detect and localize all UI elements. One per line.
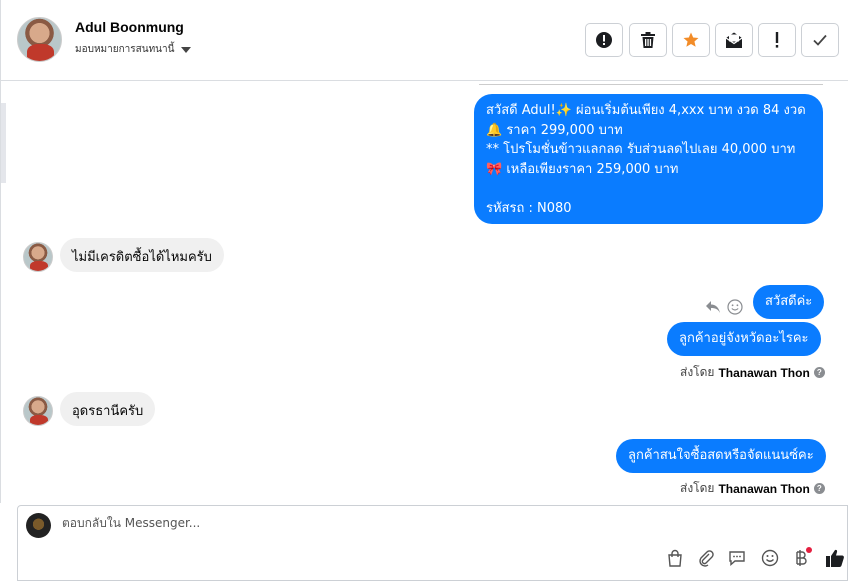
- incoming-message[interactable]: ไม่มีเครดิตซื้อได้ไหมครับ: [60, 238, 224, 272]
- alert-button[interactable]: [585, 23, 623, 57]
- contact-avatar-small[interactable]: [23, 396, 53, 426]
- emoji-reaction-icon[interactable]: [727, 299, 743, 315]
- contact-name[interactable]: Adul Boonmung: [75, 19, 184, 35]
- contact-avatar[interactable]: [17, 17, 62, 62]
- assign-conversation-dropdown[interactable]: มอบหมายการสนทนานี้: [75, 42, 192, 57]
- promo-line: รหัสรถ : N080: [486, 200, 572, 216]
- promo-line: [486, 179, 811, 199]
- thumbs-up-icon[interactable]: [823, 546, 847, 570]
- sent-by-name: Thanawan Thon: [718, 481, 810, 496]
- message-thread[interactable]: สวัสดี Adul!✨ ผ่อนเริ่มต้นเพียง 4,xxx บา…: [0, 81, 848, 503]
- sent-by-prefix: ส่งโดย: [680, 481, 715, 495]
- checkmark-icon: [813, 34, 827, 46]
- scrollbar[interactable]: [1, 103, 6, 183]
- promo-line: 🔔 ราคา 299,000 บาท: [486, 122, 623, 138]
- incoming-message[interactable]: อุดรธานีครับ: [60, 392, 156, 426]
- info-icon[interactable]: ?: [813, 367, 825, 378]
- sent-by-name: Thanawan Thon: [718, 365, 810, 380]
- exclamation-icon: [775, 32, 779, 48]
- sent-by-label: ส่งโดย Thanawan Thon ?: [680, 363, 825, 382]
- outgoing-message-promo[interactable]: สวัสดี Adul!✨ ผ่อนเริ่มต้นเพียง 4,xxx บา…: [474, 94, 823, 224]
- delete-button[interactable]: [629, 23, 667, 57]
- promo-line: สวัสดี Adul!✨ ผ่อนเริ่มต้นเพียง 4,xxx บา…: [486, 103, 806, 118]
- page-avatar: [26, 513, 51, 538]
- divider: [479, 84, 823, 85]
- sent-by-label: ส่งโดย Thanawan Thon ?: [680, 479, 825, 498]
- notification-dot: [806, 547, 812, 553]
- conversation-header: Adul Boonmung มอบหมายการสนทนานี้: [0, 0, 848, 81]
- reply-input[interactable]: [62, 516, 622, 530]
- info-icon[interactable]: ?: [813, 483, 825, 494]
- outgoing-message[interactable]: ลูกค้าสนใจซื้อสดหรือจัดแนนซ์คะ: [616, 439, 826, 473]
- spam-button[interactable]: [758, 23, 796, 57]
- promo-line: 🎀 เหลือเพียงราคา 259,000 บาท: [486, 161, 679, 177]
- mark-unread-button[interactable]: [715, 23, 753, 57]
- reply-icon[interactable]: [705, 300, 721, 314]
- star-icon: [683, 32, 699, 47]
- done-button[interactable]: [801, 23, 839, 57]
- exclamation-circle-icon: [596, 32, 612, 48]
- outgoing-message[interactable]: สวัสดีค่ะ: [753, 285, 825, 319]
- sent-by-prefix: ส่งโดย: [680, 365, 715, 379]
- baht-payment-icon[interactable]: [789, 546, 813, 570]
- message-composer: [17, 505, 848, 581]
- promo-line: ** โปรโมชั่นข้าวแลกลด รับส่วนลดไปเลย 40,…: [486, 142, 796, 157]
- paperclip-icon[interactable]: [694, 546, 718, 570]
- trash-icon: [641, 32, 655, 48]
- shopping-bag-icon[interactable]: [663, 546, 687, 570]
- outgoing-message[interactable]: ลูกค้าอยู่จังหวัดอะไรคะ: [667, 322, 821, 356]
- saved-reply-icon[interactable]: [725, 546, 749, 570]
- envelope-icon: [725, 32, 743, 48]
- caret-down-icon: [181, 46, 192, 53]
- assign-conversation-label: มอบหมายการสนทนานี้: [75, 44, 175, 55]
- star-button[interactable]: [672, 23, 710, 57]
- emoji-icon[interactable]: [758, 546, 782, 570]
- contact-avatar-small[interactable]: [23, 242, 53, 272]
